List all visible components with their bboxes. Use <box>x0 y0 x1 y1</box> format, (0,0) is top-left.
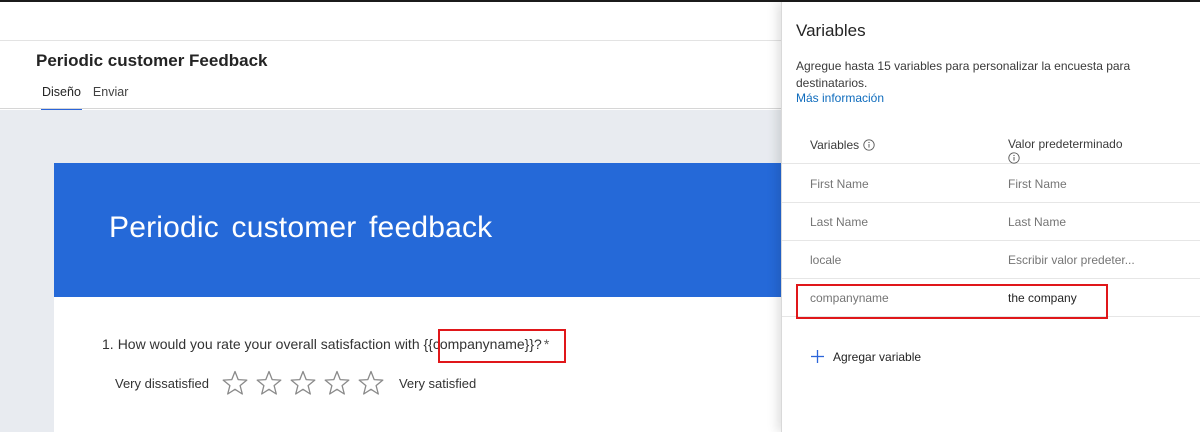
variable-row[interactable]: locale Escribir valor predeter... <box>782 241 1200 279</box>
star-icon[interactable] <box>357 369 385 397</box>
plus-icon <box>810 349 825 364</box>
column-variables-label: Variables <box>810 138 860 152</box>
companyname-row-highlight-box <box>796 284 1108 319</box>
column-default-value-label: Valor predeterminado <box>1008 137 1123 151</box>
variables-panel: Variables Agregue hasta 15 variables par… <box>781 2 1200 432</box>
info-icon[interactable] <box>863 139 875 151</box>
learn-more-link[interactable]: Más información <box>796 91 884 105</box>
variable-name[interactable]: Last Name <box>810 215 868 229</box>
star-rating: Very dissatisfied Very satisfied <box>115 369 476 397</box>
rating-label-low: Very dissatisfied <box>115 375 209 391</box>
panel-description: Agregue hasta 15 variables para personal… <box>796 59 1131 90</box>
variable-default[interactable]: Escribir valor predeter... <box>1008 253 1135 267</box>
variable-default[interactable]: Last Name <box>1008 215 1066 229</box>
stars-group <box>221 369 385 397</box>
variables-table-header: Variables Valor predeterminado <box>782 132 1200 164</box>
variable-name[interactable]: locale <box>810 253 841 267</box>
question-text: How would you rate your overall satisfac… <box>117 336 420 352</box>
add-variable-label: Agregar variable <box>833 349 922 364</box>
variable-name[interactable]: First Name <box>810 177 869 191</box>
survey-banner: Periodic customer feedback <box>54 163 814 297</box>
add-variable-button[interactable]: Agregar variable <box>810 349 921 364</box>
page-title: Periodic customer Feedback <box>36 51 268 70</box>
question-number: 1. <box>102 336 114 352</box>
variable-row[interactable]: Last Name Last Name <box>782 203 1200 241</box>
rating-label-high: Very satisfied <box>398 375 477 391</box>
star-icon[interactable] <box>323 369 351 397</box>
column-default-value: Valor predeterminado <box>1008 137 1123 164</box>
survey-card: Periodic customer feedback 1. How would y… <box>54 163 814 432</box>
tab-enviar[interactable]: Enviar <box>87 82 134 110</box>
placeholder-highlight-box <box>438 329 566 363</box>
info-icon[interactable] <box>1008 152 1020 164</box>
variable-default[interactable]: First Name <box>1008 177 1067 191</box>
column-variables: Variables <box>810 138 875 152</box>
star-icon[interactable] <box>289 369 317 397</box>
panel-title: Variables <box>796 21 866 40</box>
tab-bar: Diseño Enviar <box>36 82 134 110</box>
survey-title: Periodic customer feedback <box>109 211 493 244</box>
star-icon[interactable] <box>255 369 283 397</box>
star-icon[interactable] <box>221 369 249 397</box>
variable-row[interactable]: First Name First Name <box>782 165 1200 203</box>
tab-diseno[interactable]: Diseño <box>36 82 87 110</box>
